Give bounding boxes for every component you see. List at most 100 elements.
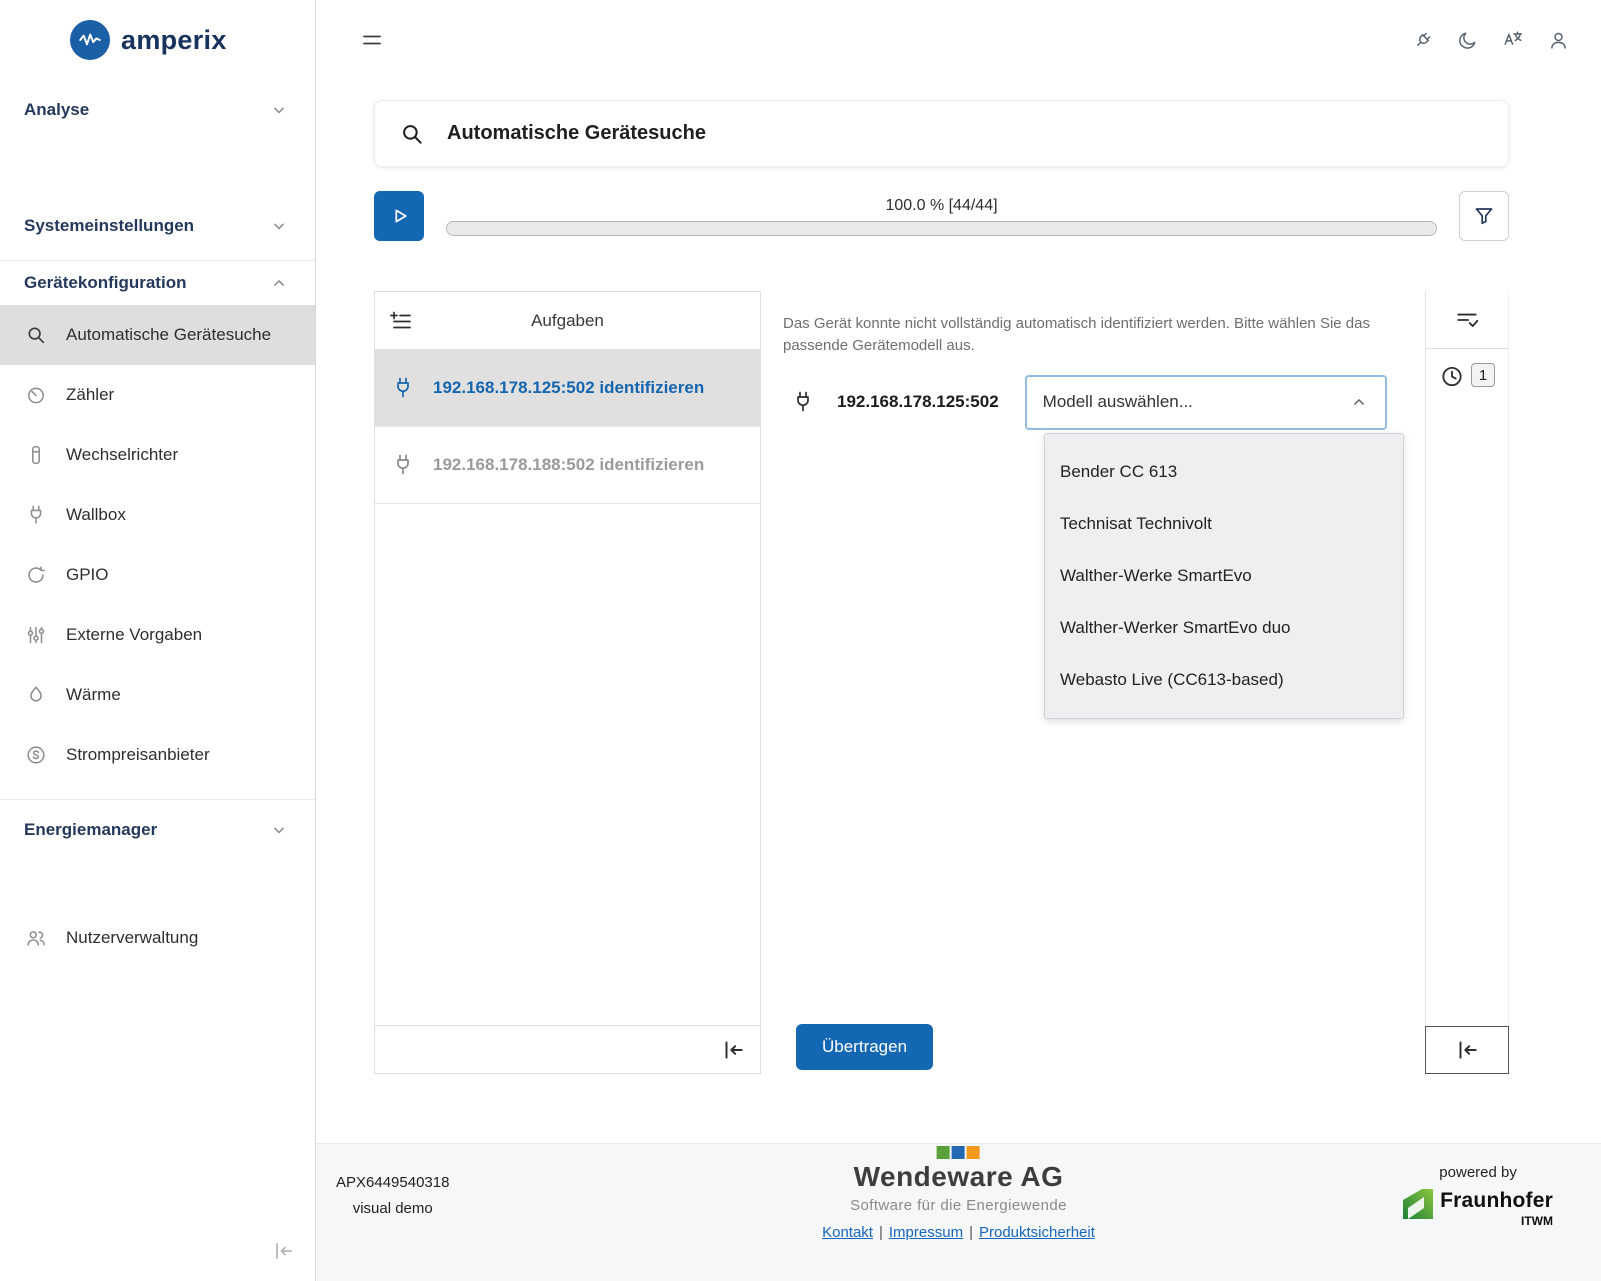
- fraunhofer-institute: ITWM: [1440, 1214, 1553, 1228]
- model-option[interactable]: Walther-Werke SmartEvo: [1045, 550, 1403, 602]
- task-label: 192.168.178.188:502 identifizieren: [433, 455, 704, 475]
- topbar: [316, 0, 1601, 80]
- rail-top: [1426, 291, 1508, 349]
- playlist-add-icon[interactable]: [389, 309, 413, 333]
- progress-fill: [447, 222, 1436, 235]
- uebertragen-button[interactable]: Übertragen: [796, 1024, 933, 1070]
- gpio-icon: [24, 564, 48, 586]
- sidebar-section-label: Analyse: [24, 100, 89, 120]
- filter-button[interactable]: [1459, 191, 1509, 241]
- brand-logo: amperix: [0, 0, 315, 80]
- link-separator: |: [879, 1224, 883, 1241]
- plug-icon: [391, 376, 415, 400]
- tasks-panel-footer: [375, 1025, 760, 1073]
- fraunhofer-logo: Fraunhofer ITWM: [1403, 1189, 1553, 1228]
- connection-plug-icon[interactable]: [1412, 30, 1433, 51]
- chevron-up-icon: [1349, 392, 1369, 412]
- wendeware-logo-icon: [822, 1146, 1095, 1159]
- sidebar-item-externe-vorgaben[interactable]: Externe Vorgaben: [0, 605, 315, 665]
- device-address: 192.168.178.125:502: [837, 392, 999, 412]
- user-icon[interactable]: [1548, 30, 1569, 51]
- company-name: Wendeware AG: [822, 1161, 1095, 1193]
- demo-mode-label: visual demo: [336, 1200, 449, 1217]
- link-separator: |: [969, 1224, 973, 1241]
- moon-icon[interactable]: [1457, 30, 1478, 51]
- tasks-panel: Aufgaben 192.168.178.125:502 identifizie…: [374, 291, 761, 1074]
- price-icon: [24, 744, 48, 766]
- sidebar-item-label: Wechselrichter: [66, 445, 178, 465]
- impressum-link[interactable]: Impressum: [889, 1224, 963, 1241]
- produktsicherheit-link[interactable]: Produktsicherheit: [979, 1224, 1095, 1241]
- identify-message: Das Gerät konnte nicht vollständig autom…: [783, 313, 1383, 357]
- model-option[interactable]: Technisat Technivolt: [1045, 498, 1403, 550]
- progress-label: 100.0 % [44/44]: [446, 197, 1437, 215]
- hamburger-menu-icon[interactable]: [360, 28, 384, 52]
- chevron-down-icon: [269, 820, 289, 840]
- sidebar-item-label: Nutzerverwaltung: [66, 928, 198, 948]
- device-detail-panel: Das Gerät konnte nicht vollständig autom…: [761, 291, 1425, 1074]
- collapse-rail-button[interactable]: [1454, 1037, 1480, 1063]
- content-area: Automatische Gerätesuche 100.0 % [44/44]: [316, 80, 1601, 1143]
- sidebar-section-analyse[interactable]: Analyse: [0, 88, 315, 132]
- chevron-up-icon: [269, 273, 289, 293]
- translate-icon[interactable]: [1502, 29, 1524, 51]
- brand-name: amperix: [121, 25, 227, 56]
- tasks-header: Aufgaben: [375, 292, 760, 350]
- plug-icon: [391, 453, 415, 477]
- model-dropdown: Bender CC 613 Technisat Technivolt Walth…: [1044, 433, 1404, 719]
- history-clock-icon[interactable]: [1439, 363, 1465, 389]
- company-tagline: Software für die Energiewende: [822, 1197, 1095, 1214]
- collapse-left-icon: [720, 1037, 746, 1063]
- gauge-icon: [24, 384, 48, 406]
- model-select[interactable]: Modell auswählen...: [1025, 375, 1387, 430]
- model-option[interactable]: Webasto Live (CC613-based): [1045, 654, 1403, 706]
- company-block: Wendeware AG Software für die Energiewen…: [822, 1146, 1095, 1241]
- sidebar-nav: Analyse Systemeinstellungen Gerätekonfig…: [0, 80, 315, 1281]
- chevron-down-icon: [269, 100, 289, 120]
- sidebar-item-wallbox[interactable]: Wallbox: [0, 485, 315, 545]
- kontakt-link[interactable]: Kontakt: [822, 1224, 873, 1241]
- collapse-tasks-button[interactable]: [720, 1037, 746, 1063]
- sidebar-section-systemeinstellungen[interactable]: Systemeinstellungen: [0, 204, 315, 248]
- heat-icon: [24, 684, 48, 706]
- sidebar-item-gpio[interactable]: GPIO: [0, 545, 315, 605]
- sidebar-item-nutzerverwaltung[interactable]: Nutzerverwaltung: [0, 908, 315, 968]
- list-check-icon[interactable]: [1454, 307, 1480, 333]
- collapse-left-icon: [1454, 1037, 1480, 1063]
- progress-bar: [446, 221, 1437, 236]
- fraunhofer-text: Fraunhofer ITWM: [1440, 1189, 1553, 1228]
- task-item[interactable]: 192.168.178.125:502 identifizieren: [375, 350, 760, 427]
- sidebar-section-geraetekonfiguration[interactable]: Gerätekonfiguration: [0, 261, 315, 305]
- start-scan-button[interactable]: [374, 191, 424, 241]
- sidebar-section-label: Energiemanager: [24, 820, 157, 840]
- sidebar-section-energiemanager[interactable]: Energiemanager: [0, 808, 315, 852]
- sidebar-section-geraetekonfiguration-group: Gerätekonfiguration Automatische Gerätes…: [0, 260, 315, 800]
- sidebar-section-label: Gerätekonfiguration: [24, 273, 186, 293]
- model-select-value: Modell auswählen...: [1043, 392, 1193, 412]
- search-icon: [399, 121, 425, 147]
- task-item[interactable]: 192.168.178.188:502 identifizieren: [375, 427, 760, 504]
- sidebar-item-wechselrichter[interactable]: Wechselrichter: [0, 425, 315, 485]
- rail-footer: [1425, 1026, 1509, 1074]
- scan-progress-row: 100.0 % [44/44]: [374, 191, 1509, 241]
- sliders-icon: [24, 624, 48, 646]
- model-option[interactable]: Bender CC 613: [1045, 446, 1403, 498]
- model-option[interactable]: Walther-Werker SmartEvo duo: [1045, 602, 1403, 654]
- device-serial-block: APX6449540318 visual demo: [336, 1174, 449, 1217]
- powered-by-block: powered by Fraunhofer ITWM: [1403, 1164, 1553, 1228]
- waveform-icon: [70, 20, 110, 60]
- sidebar-item-zaehler[interactable]: Zähler: [0, 365, 315, 425]
- page-title: Automatische Gerätesuche: [447, 122, 706, 145]
- sidebar-item-label: Automatische Gerätesuche: [66, 325, 271, 345]
- app-root: amperix Analyse Systemeinstellungen Gerä…: [0, 0, 1601, 1281]
- sidebar-item-strompreisanbieter[interactable]: Strompreisanbieter: [0, 725, 315, 785]
- page-title-card: Automatische Gerätesuche: [374, 100, 1509, 167]
- chevron-down-icon: [269, 216, 289, 236]
- search-icon: [24, 324, 48, 346]
- sidebar-item-waerme[interactable]: Wärme: [0, 665, 315, 725]
- play-icon: [386, 203, 412, 229]
- sidebar-item-label: GPIO: [66, 565, 109, 585]
- sidebar-item-automatische-geraetesuche[interactable]: Automatische Gerätesuche: [0, 305, 315, 365]
- sidebar-collapse-button[interactable]: [271, 1239, 295, 1263]
- users-icon: [24, 927, 48, 949]
